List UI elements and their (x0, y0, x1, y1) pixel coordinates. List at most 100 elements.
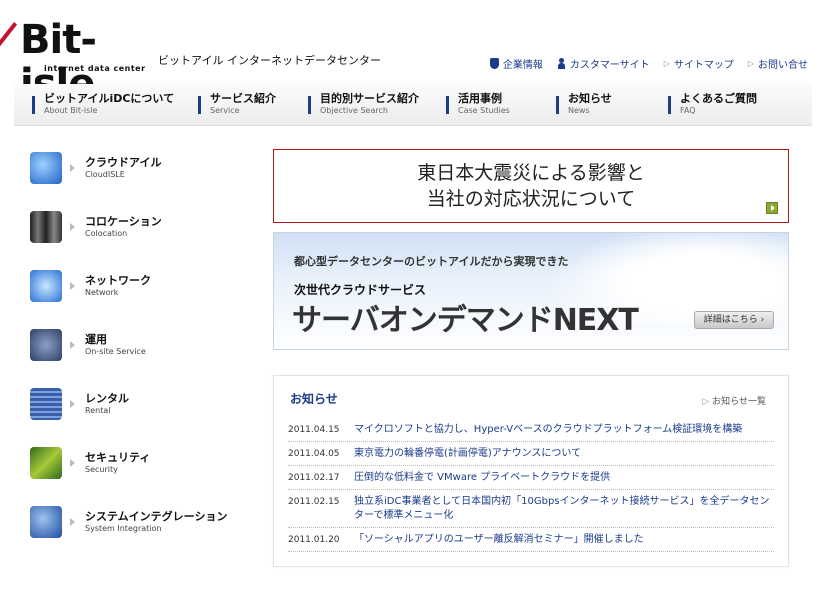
rental-server-icon (30, 388, 62, 420)
network-icon (30, 270, 62, 302)
nav-label: 目的別サービス紹介 (320, 92, 419, 105)
shield-icon (489, 58, 499, 69)
arrow-icon: ▷ (663, 59, 670, 68)
utility-link-contact[interactable]: ▷ お問い合せ (748, 56, 808, 71)
utility-label: お問い合せ (758, 60, 808, 71)
news-date: 2011.02.17 (288, 473, 340, 483)
service-sublabel: Network (85, 288, 119, 297)
service-item-colocation[interactable]: コロケーション Colocation (30, 209, 250, 245)
promo-details-button[interactable]: 詳細はこちら › (694, 311, 774, 329)
service-label: コロケーション (85, 215, 162, 228)
chevron-right-icon (70, 459, 75, 467)
logo-subtitle: internet data center (44, 64, 146, 73)
nav-label: サービス紹介 (210, 92, 276, 105)
service-item-network[interactable]: ネットワーク Network (30, 268, 250, 304)
utility-label: サイトマップ (673, 60, 734, 71)
arrow-icon: ▷ (702, 397, 713, 407)
news-title-link[interactable]: 「ソーシャルアプリのユーザー離反解消セミナー」開催しました (354, 533, 644, 547)
service-item-onsite[interactable]: 運用 On-site Service (30, 327, 250, 363)
nav-item-objective[interactable]: 目的別サービス紹介 Objective Search (290, 84, 428, 126)
nav-sublabel: Objective Search (320, 106, 388, 115)
news-title-link[interactable]: 圧倒的な低料金で VMware プライベートクラウドを提供 (354, 471, 610, 485)
site-logo[interactable]: Bit-isle internet data center (0, 18, 154, 106)
news-list: 2011.04.15 マイクロソフトと協力し、Hyper-Vベースのクラウドプラ… (288, 418, 774, 552)
utility-link-company[interactable]: 企業情報 (489, 56, 543, 71)
operation-icon (30, 329, 62, 361)
service-sublabel: System Integration (85, 524, 162, 533)
cloud-icon (30, 152, 62, 184)
server-rack-icon (30, 211, 62, 243)
global-nav: ビットアイルiDCについて About Bit-isle サービス紹介 Serv… (14, 84, 812, 126)
news-date: 2011.04.15 (288, 425, 340, 435)
nav-item-cases[interactable]: 活用事例 Case Studies (428, 84, 538, 126)
nav-item-news[interactable]: お知らせ News (538, 84, 650, 126)
chevron-right-icon (70, 518, 75, 526)
nav-item-faq[interactable]: よくあるご質問 FAQ (650, 84, 800, 126)
chevron-right-icon (70, 341, 75, 349)
news-title-link[interactable]: 独立系iDC事業者として日本国内初「10Gbpsインターネット接続サービス」を全… (354, 495, 774, 523)
nav-item-about[interactable]: ビットアイルiDCについて About Bit-isle (14, 84, 180, 126)
news-date: 2011.01.20 (288, 535, 340, 545)
news-item: 2011.04.05 東京電力の輪番停電(計画停電)アナウンスについて (288, 442, 774, 466)
security-chip-icon (30, 447, 62, 479)
news-date: 2011.02.15 (288, 497, 340, 507)
nav-label: ビットアイルiDCについて (44, 92, 175, 105)
service-item-security[interactable]: セキュリティ Security (30, 445, 250, 481)
service-label: システムインテグレーション (85, 510, 228, 523)
nav-sublabel: News (568, 106, 590, 115)
logo-slash-mark (0, 22, 18, 69)
news-item: 2011.02.15 独立系iDC事業者として日本国内初「10Gbpsインターネ… (288, 490, 774, 528)
server-on-demand-banner[interactable]: 都心型データセンターのビットアイルだから実現できた 次世代クラウドサービス サー… (273, 232, 789, 350)
news-date: 2011.04.05 (288, 449, 340, 459)
promo-lead: 都心型データセンターのビットアイルだから実現できた (294, 255, 569, 268)
promo-title: サーバオンデマンドNEXT (292, 303, 639, 338)
chevron-right-icon (70, 400, 75, 408)
service-label: レンタル (85, 392, 129, 405)
news-heading: お知らせ (290, 392, 338, 406)
service-sublabel: CloudISLE (85, 170, 125, 179)
service-item-cloudisle[interactable]: クラウドアイル CloudISLE (30, 150, 250, 186)
notice-line-2: 当社の対応状況について (426, 188, 636, 210)
utility-label: カスタマーサイト (569, 60, 650, 71)
utility-link-sitemap[interactable]: ▷ サイトマップ (664, 56, 734, 71)
service-label: 運用 (85, 333, 107, 346)
arrow-right-icon[interactable] (766, 202, 778, 214)
nav-item-service[interactable]: サービス紹介 Service (180, 84, 290, 126)
news-section: お知らせ ▷ お知らせ一覧 2011.04.15 マイクロソフトと協力し、Hyp… (273, 375, 789, 567)
nav-label: 活用事例 (458, 92, 502, 105)
service-label: セキュリティ (85, 451, 151, 464)
notice-line-1: 東日本大震災による影響と (417, 162, 645, 184)
site-tagline: ビットアイル インターネットデータセンター (158, 54, 381, 67)
nav-sublabel: FAQ (680, 106, 696, 115)
news-title-link[interactable]: マイクロソフトと協力し、Hyper-Vベースのクラウドプラットフォーム検証環境を… (354, 423, 742, 437)
service-label: ネットワーク (85, 274, 151, 287)
nav-label: よくあるご質問 (680, 92, 757, 105)
chevron-right-icon (70, 282, 75, 290)
service-item-rental[interactable]: レンタル Rental (30, 386, 250, 422)
nav-label: お知らせ (568, 92, 612, 105)
service-sublabel: Security (85, 465, 118, 474)
utility-label: 企業情報 (502, 60, 543, 71)
news-item: 2011.01.20 「ソーシャルアプリのユーザー離反解消セミナー」開催しました (288, 528, 774, 552)
service-sublabel: On-site Service (85, 347, 146, 356)
chevron-right-icon (70, 223, 75, 231)
nav-sublabel: Service (210, 106, 240, 115)
news-list-link-label: お知らせ一覧 (712, 397, 766, 407)
nav-sublabel: About Bit-isle (44, 106, 98, 115)
chevron-right-icon (70, 164, 75, 172)
earthquake-notice-banner[interactable]: 東日本大震災による影響と 当社の対応状況について (273, 149, 789, 223)
arrow-icon: ▷ (747, 59, 754, 68)
nav-sublabel: Case Studies (458, 106, 510, 115)
news-title-link[interactable]: 東京電力の輪番停電(計画停電)アナウンスについて (354, 447, 581, 461)
utility-nav: 企業情報 カスタマーサイト ▷ サイトマップ ▷ お問い合せ (489, 56, 808, 71)
news-item: 2011.04.15 マイクロソフトと協力し、Hyper-Vベースのクラウドプラ… (288, 418, 774, 442)
person-icon (557, 58, 566, 69)
service-sublabel: Rental (85, 406, 111, 415)
news-list-link[interactable]: ▷ お知らせ一覧 (702, 394, 766, 407)
service-sublabel: Colocation (85, 229, 128, 238)
gears-icon (30, 506, 62, 538)
news-item: 2011.02.17 圧倒的な低料金で VMware プライベートクラウドを提供 (288, 466, 774, 490)
service-item-si[interactable]: システムインテグレーション System Integration (30, 504, 250, 540)
service-label: クラウドアイル (85, 156, 162, 169)
utility-link-customer[interactable]: カスタマーサイト (557, 56, 650, 71)
